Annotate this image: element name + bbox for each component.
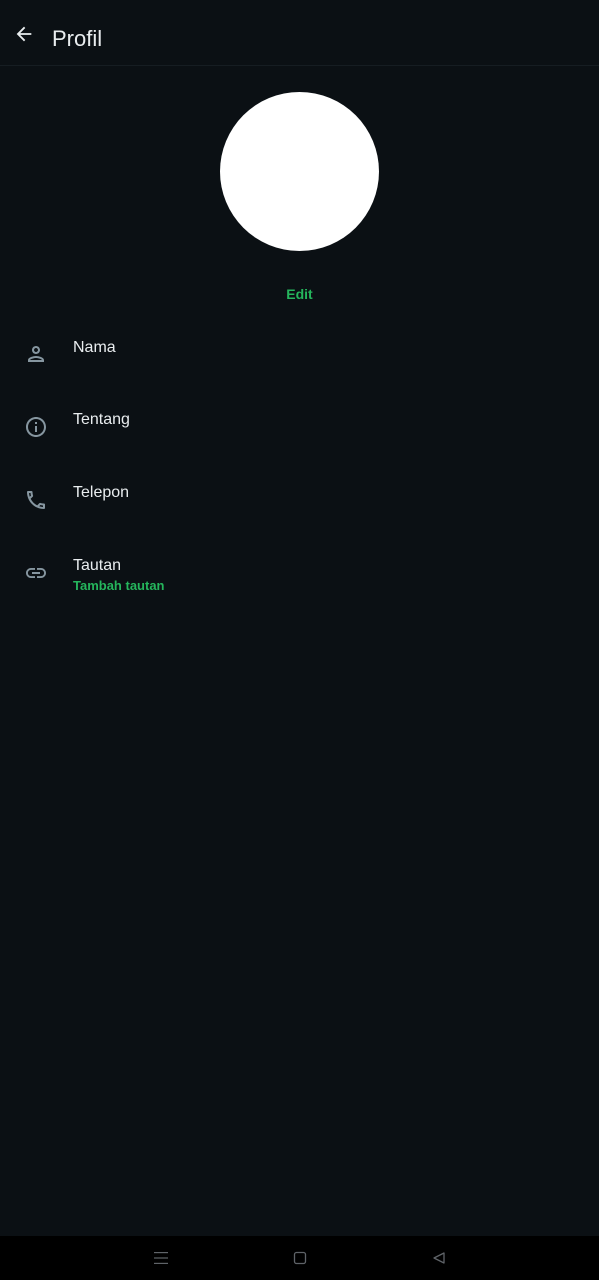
link-icon: [26, 568, 46, 578]
phone-label: Telepon: [73, 484, 130, 501]
back-button[interactable]: [8, 18, 40, 50]
page-title: Profil: [52, 26, 103, 51]
system-navigation-bar: [0, 1236, 599, 1280]
back-triangle-icon: [433, 1252, 445, 1264]
home-square-icon: [293, 1251, 307, 1265]
menu-icon: [154, 1252, 168, 1264]
edit-photo-link[interactable]: Edit: [0, 286, 599, 302]
profile-row-about[interactable]: Tentang: [0, 410, 599, 472]
name-label: Nama: [73, 339, 116, 356]
arrow-left-icon: [16, 26, 32, 42]
profile-row-name[interactable]: Nama: [0, 338, 599, 400]
home-button[interactable]: [290, 1248, 310, 1268]
info-icon: [26, 417, 46, 437]
links-label: Tautan: [73, 557, 122, 574]
person-icon: [28, 346, 44, 362]
add-link-button[interactable]: Tambah tautan: [73, 578, 165, 593]
app-bar: Profil: [0, 0, 599, 66]
profile-photo[interactable]: [220, 92, 379, 251]
phone-icon: [27, 491, 45, 509]
profile-row-links[interactable]: Tautan Tambah tautan: [0, 556, 599, 618]
system-back-button[interactable]: [429, 1248, 449, 1268]
recent-apps-button[interactable]: [151, 1248, 171, 1268]
about-label: Tentang: [73, 411, 130, 428]
profile-row-phone[interactable]: Telepon: [0, 483, 599, 545]
